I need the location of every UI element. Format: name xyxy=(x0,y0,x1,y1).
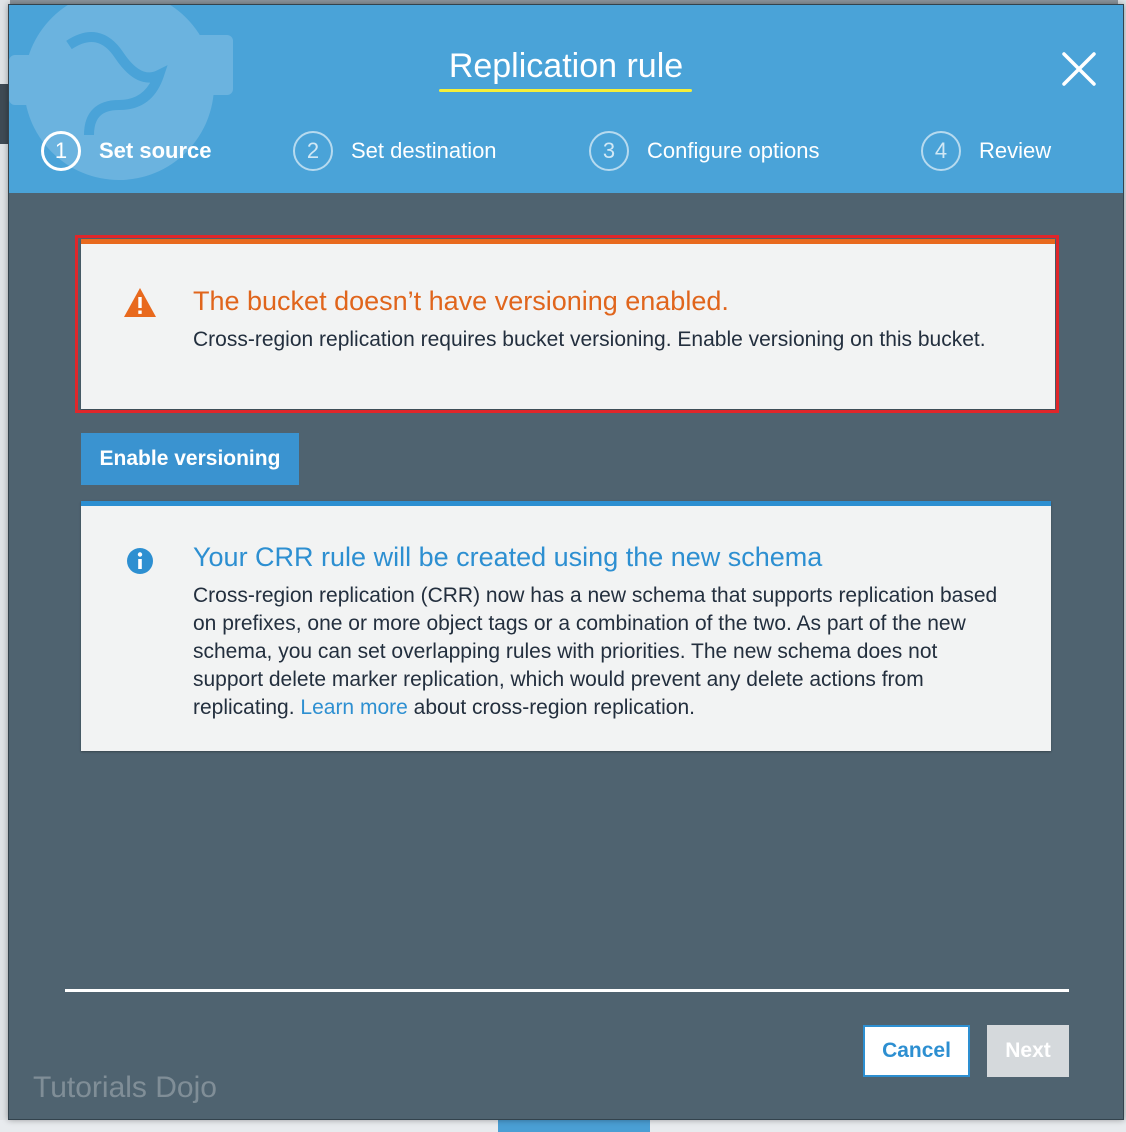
info-body: Cross-region replication (CRR) now has a… xyxy=(193,582,1011,722)
replication-rule-dialog: Replication rule 1 Set source 2 Set dest… xyxy=(8,4,1124,1120)
cancel-button[interactable]: Cancel xyxy=(863,1025,970,1077)
step-number-circle: 1 xyxy=(41,131,81,171)
background-page-tab xyxy=(498,1120,650,1132)
step-number-circle: 2 xyxy=(293,131,333,171)
watermark-text: Tutorials Dojo xyxy=(33,1071,217,1104)
enable-versioning-button[interactable]: Enable versioning xyxy=(81,433,299,485)
versioning-warning-alert: The bucket doesn’t have versioning enabl… xyxy=(81,239,1055,409)
step-label: Review xyxy=(979,138,1052,163)
learn-more-link[interactable]: Learn more xyxy=(300,696,407,719)
info-circle-icon xyxy=(127,548,153,574)
dialog-title: Replication rule xyxy=(448,47,684,85)
step-review[interactable]: 4 Review xyxy=(921,129,1051,173)
warning-title: The bucket doesn’t have versioning enabl… xyxy=(193,286,729,316)
step-set-destination[interactable]: 2 Set destination xyxy=(293,129,497,173)
warning-triangle-icon xyxy=(124,288,156,317)
next-button[interactable]: Next xyxy=(987,1025,1069,1077)
step-number-circle: 3 xyxy=(589,131,629,171)
step-set-source[interactable]: 1 Set source xyxy=(41,129,212,173)
step-label: Set source xyxy=(99,138,212,163)
info-body-tail: about cross-region replication. xyxy=(413,696,695,719)
close-icon xyxy=(1062,52,1096,86)
warning-body: Cross-region replication requires bucket… xyxy=(193,328,986,351)
close-button[interactable] xyxy=(1061,51,1097,87)
info-title: Your CRR rule will be created using the … xyxy=(193,542,823,572)
crr-schema-info-alert: Your CRR rule will be created using the … xyxy=(81,501,1051,751)
wizard-steps: 1 Set source 2 Set destination 3 Configu… xyxy=(9,129,1123,173)
step-label: Configure options xyxy=(647,138,820,163)
step-number-circle: 4 xyxy=(921,131,961,171)
footer-divider xyxy=(65,989,1069,992)
dialog-header: Replication rule 1 Set source 2 Set dest… xyxy=(9,5,1123,193)
step-configure-options[interactable]: 3 Configure options xyxy=(589,129,819,173)
step-label: Set destination xyxy=(351,138,497,163)
title-highlight-underline xyxy=(439,89,692,92)
